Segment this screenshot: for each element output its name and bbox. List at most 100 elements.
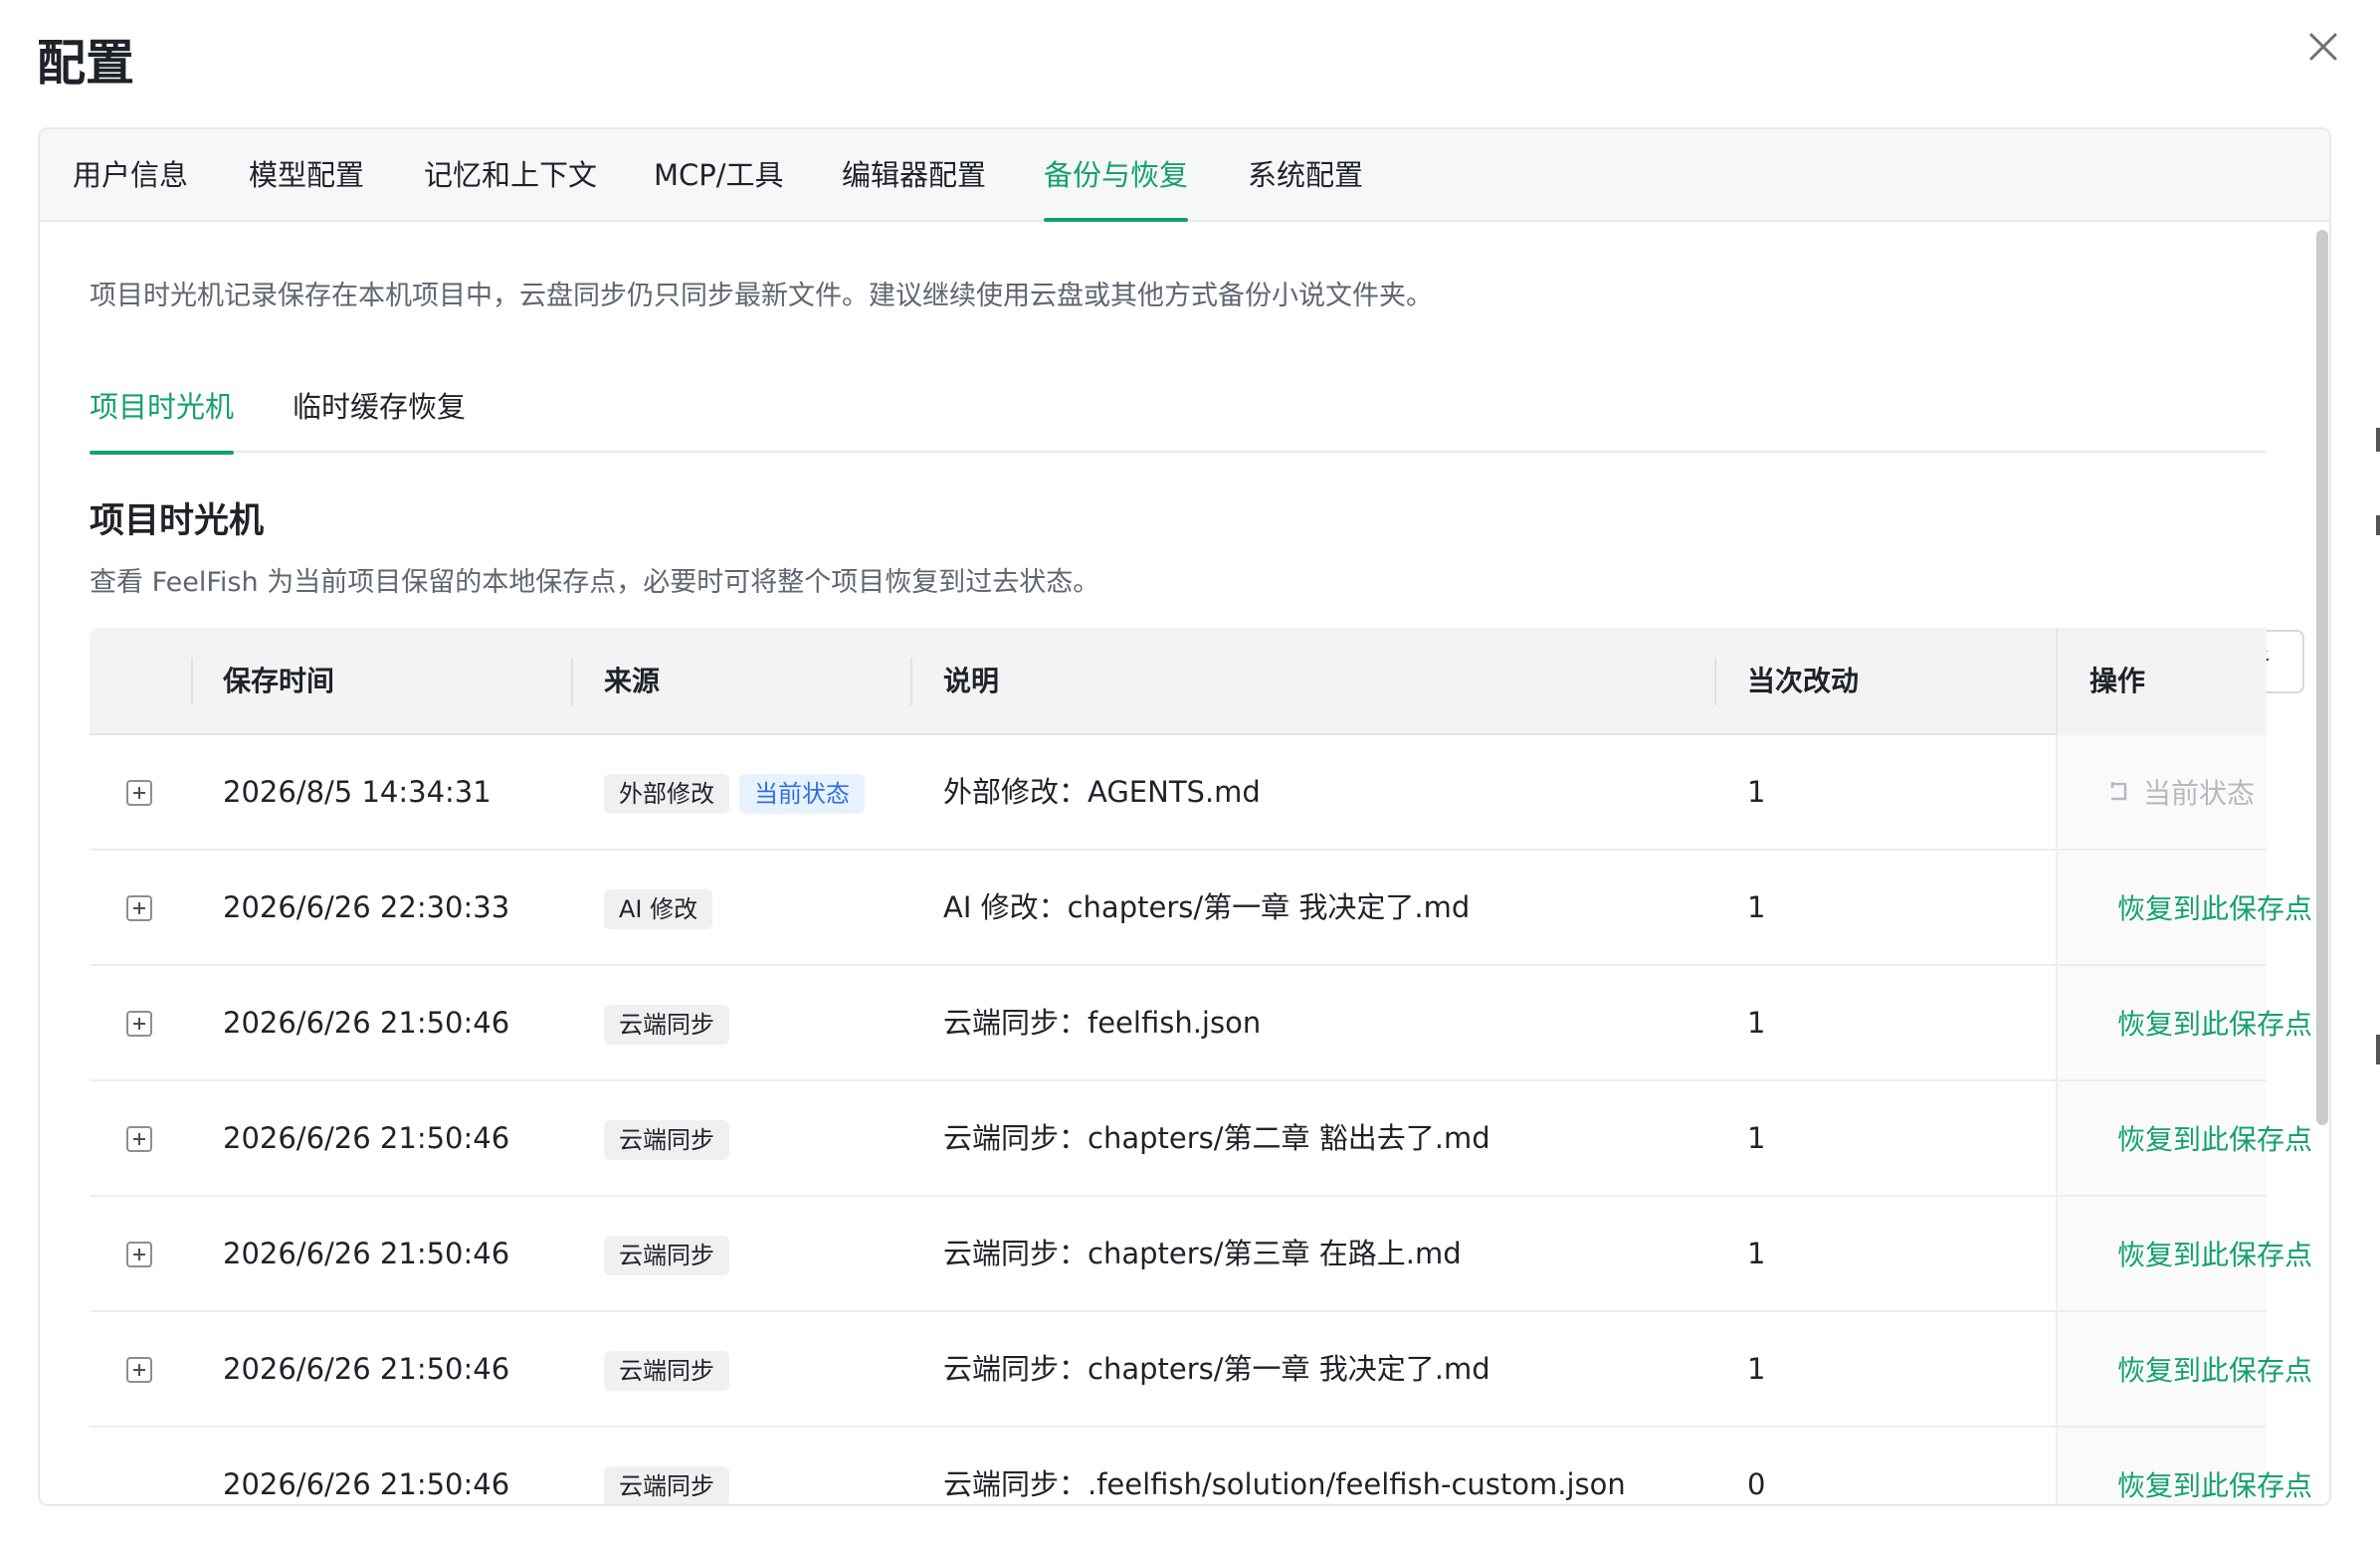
restore-button[interactable]: 恢复到此保存点: [2056, 1197, 2312, 1310]
action-header-bg: [2056, 628, 2267, 735]
scrollbar-thumb[interactable]: [2316, 230, 2328, 1125]
restore-button[interactable]: 恢复到此保存点: [2056, 1081, 2312, 1195]
expand-plus-icon[interactable]: [126, 1357, 152, 1383]
notice-text: 项目时光机记录保存在本机项目中，云盘同步仍只同步最新文件。建议继续使用云盘或其他…: [90, 281, 1433, 311]
source-tag: 外部修改: [604, 774, 729, 814]
table-row: 2026/6/26 21:50:46 云端同步 云端同步：.feelfish/s…: [90, 1428, 2312, 1504]
row-source: 云端同步: [604, 1081, 729, 1195]
tab-user-info[interactable]: 用户信息: [73, 129, 188, 222]
tab-system-config[interactable]: 系统配置: [1248, 129, 1363, 222]
source-tag: AI 修改: [604, 889, 713, 929]
expand-plus-icon[interactable]: [126, 1242, 152, 1267]
expand-plus-icon[interactable]: [126, 1126, 152, 1152]
tab-model-config[interactable]: 模型配置: [249, 129, 364, 222]
header-source: 来源: [604, 665, 661, 697]
expand-plus-icon[interactable]: [126, 780, 152, 806]
row-time: 2026/6/26 21:50:46: [223, 1467, 510, 1501]
restore-button[interactable]: 恢复到此保存点: [2056, 851, 2312, 964]
row-time: 2026/6/26 22:30:33: [223, 890, 510, 924]
row-changes: 1: [1747, 1352, 1766, 1386]
restore-icon: [2110, 782, 2127, 801]
row-description: 外部修改：AGENTS.md: [943, 775, 1261, 809]
action-label: 恢复到此保存点: [2117, 1469, 2313, 1502]
edge-mark: [2376, 1035, 2380, 1064]
row-time: 2026/6/26 21:50:46: [223, 1352, 510, 1386]
dialog-title: 配置: [37, 35, 135, 92]
source-tag: 云端同步: [604, 1236, 729, 1275]
source-tag: 云端同步: [604, 1120, 729, 1160]
column-divider: [571, 658, 573, 705]
tab-editor-config[interactable]: 编辑器配置: [842, 129, 986, 222]
close-button[interactable]: [2304, 28, 2342, 66]
column-divider: [191, 658, 193, 705]
settings-tabs: 用户信息 模型配置 记忆和上下文 MCP/工具 编辑器配置 备份与恢复 系统配置: [40, 129, 2329, 222]
row-source: 云端同步: [604, 966, 729, 1079]
table-header: 保存时间 来源 说明 当次改动 操作: [90, 628, 2267, 735]
header-changes: 当次改动: [1747, 665, 1860, 697]
row-description: 云端同步：chapters/第一章 我决定了.md: [943, 1352, 1490, 1386]
table-row: 2026/8/5 14:34:31 外部修改 当前状态 外部修改：AGENTS.m…: [90, 735, 2267, 851]
row-source: AI 修改: [604, 851, 713, 964]
subtab-time-machine[interactable]: 项目时光机: [90, 371, 235, 455]
tab-mcp-tools[interactable]: MCP/工具: [654, 129, 784, 222]
row-source: 外部修改 当前状态: [604, 735, 865, 849]
header-description: 说明: [943, 665, 1000, 697]
section-title: 项目时光机: [90, 501, 265, 541]
row-changes: 1: [1747, 1121, 1766, 1155]
row-source: 云端同步: [604, 1428, 729, 1504]
row-description: 云端同步：chapters/第二章 豁出去了.md: [943, 1121, 1490, 1155]
table-row: 2026/6/26 21:50:46 云端同步 云端同步：chapters/第二…: [90, 1081, 2312, 1197]
row-changes: 0: [1747, 1467, 1766, 1501]
source-tag: 云端同步: [604, 1005, 729, 1045]
edge-mark: [2376, 515, 2380, 535]
restore-button[interactable]: 恢复到此保存点: [2056, 966, 2312, 1079]
row-changes: 1: [1747, 890, 1766, 924]
column-divider: [1714, 658, 1716, 705]
section-description: 查看 FeelFish 为当前项目保留的本地保存点，必要时可将整个项目恢复到过去…: [90, 567, 1100, 598]
close-icon: [2309, 33, 2337, 61]
row-description: AI 修改：chapters/第一章 我决定了.md: [943, 890, 1471, 924]
scrollbar[interactable]: [2312, 224, 2329, 1504]
settings-panel: 用户信息 模型配置 记忆和上下文 MCP/工具 编辑器配置 备份与恢复 系统配置…: [38, 127, 2331, 1506]
source-tag: 云端同步: [604, 1466, 729, 1504]
row-time: 2026/8/5 14:34:31: [223, 775, 492, 809]
row-time: 2026/6/26 21:50:46: [223, 1006, 510, 1040]
row-source: 云端同步: [604, 1197, 729, 1310]
row-changes: 1: [1747, 775, 1766, 809]
action-label: 恢复到此保存点: [2117, 1354, 2313, 1387]
table-row: 2026/6/26 21:50:46 云端同步 云端同步：chapters/第一…: [90, 1312, 2312, 1428]
expand-plus-icon[interactable]: [126, 1011, 152, 1037]
expand-plus-icon[interactable]: [126, 895, 152, 921]
edge-mark: [2376, 428, 2380, 452]
action-label: 当前状态: [2143, 777, 2256, 810]
tab-memory-context[interactable]: 记忆和上下文: [424, 129, 597, 222]
table-row: 2026/6/26 22:30:33 AI 修改 AI 修改：chapters/…: [90, 851, 2312, 966]
row-description: 云端同步：feelfish.json: [943, 1006, 1262, 1040]
row-changes: 1: [1747, 1237, 1766, 1270]
restore-button[interactable]: 恢复到此保存点: [2056, 1312, 2312, 1426]
header-time: 保存时间: [223, 665, 335, 697]
row-description: 云端同步：.feelfish/solution/feelfish-custom.…: [943, 1467, 1626, 1501]
action-label: 恢复到此保存点: [2117, 892, 2313, 925]
restore-button[interactable]: 恢复到此保存点: [2056, 1428, 2312, 1504]
row-description: 云端同步：chapters/第三章 在路上.md: [943, 1237, 1462, 1270]
tab-backup-restore[interactable]: 备份与恢复: [1044, 129, 1189, 222]
row-source: 云端同步: [604, 1312, 729, 1426]
savepoint-table: 保存时间 来源 说明 当次改动 操作 2026/8/5 14:34:31 外部修…: [90, 628, 2312, 1504]
action-label: 恢复到此保存点: [2117, 1239, 2313, 1271]
column-divider: [910, 658, 912, 705]
row-changes: 1: [1747, 1006, 1766, 1040]
table-row: 2026/6/26 21:50:46 云端同步 云端同步：feelfish.js…: [90, 966, 2312, 1081]
header-action: 操作: [2089, 665, 2146, 697]
backup-subtabs: 项目时光机 临时缓存恢复: [90, 371, 2267, 455]
action-label: 恢复到此保存点: [2117, 1008, 2313, 1041]
row-time: 2026/6/26 21:50:46: [223, 1121, 510, 1155]
table-row: 2026/6/26 21:50:46 云端同步 云端同步：chapters/第三…: [90, 1197, 2312, 1312]
current-state-label: 当前状态: [2056, 735, 2267, 849]
config-dialog: 配置 用户信息 模型配置 记忆和上下文 MCP/工具 编辑器配置 备份与恢复 系…: [0, 0, 2380, 1544]
action-label: 恢复到此保存点: [2117, 1123, 2313, 1156]
current-state-badge: 当前状态: [739, 774, 865, 814]
row-time: 2026/6/26 21:50:46: [223, 1237, 510, 1270]
subtab-temp-cache[interactable]: 临时缓存恢复: [293, 371, 466, 453]
source-tag: 云端同步: [604, 1351, 729, 1391]
